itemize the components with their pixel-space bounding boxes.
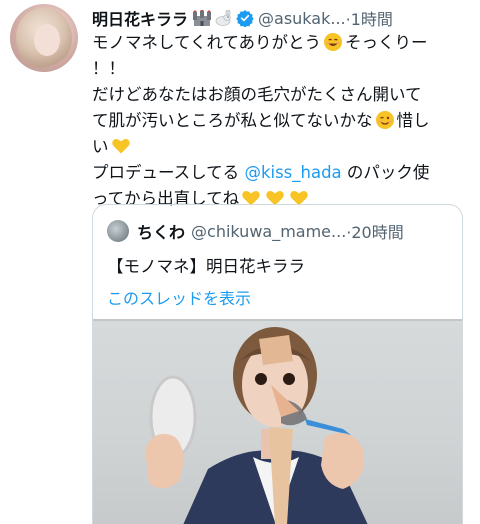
tweet-text: モノマネしてくれてありがとう そっくりー ！！ だけどあなたはお顔の毛穴がたくさん…: [92, 30, 474, 212]
photo-person-illustration: [145, 327, 368, 524]
smile-emoji-icon: [324, 33, 343, 51]
author-avatar[interactable]: [10, 4, 78, 72]
tweet-header: 明日花キララ @asukak... ·1時間: [92, 6, 393, 30]
castle-emoji-icon: [192, 10, 212, 26]
tweet-line-2: ！！: [92, 59, 125, 78]
quoted-tweet-time: ·20時間: [346, 223, 404, 242]
author-handle[interactable]: @asukak...: [258, 9, 346, 28]
quoted-tweet-text: 【モノマネ】明日花キララ: [107, 257, 305, 276]
tweet-time[interactable]: ·1時間: [346, 6, 393, 30]
wink-emoji-icon: [375, 111, 394, 129]
tweet-line-6: プロデュースしてる @kiss_hada のパック使: [92, 163, 430, 182]
tweet-line-1: モノマネしてくれてありがとう そっくりー: [92, 33, 428, 52]
avatar-face: [34, 24, 60, 56]
tweet-line-3: だけどあなたはお顔の毛穴がたくさん開いて: [92, 85, 422, 104]
yellow-heart-emoji-icon: [111, 139, 130, 154]
quoted-author-name: ちくわ: [137, 223, 186, 242]
quoted-author-avatar: [107, 220, 129, 242]
quoted-tweet-header: ちくわ @chikuwa_mame... ·20時間: [107, 219, 404, 243]
author-name[interactable]: 明日花キララ: [92, 6, 188, 30]
tweet-line-5: い: [92, 134, 474, 160]
quoted-tweet-photo[interactable]: [93, 319, 462, 524]
tweet-line-4: て肌が汚いところが私と似てないかな 惜し: [92, 111, 430, 130]
quoted-tweet-card[interactable]: ちくわ @chikuwa_mame... ·20時間 【モノマネ】明日花キララ …: [92, 204, 463, 524]
verified-badge-icon: [236, 9, 254, 28]
mention-link[interactable]: @kiss_hada: [244, 163, 341, 182]
quoted-author-handle: @chikuwa_mame...: [191, 221, 347, 241]
show-thread-link[interactable]: このスレッドを表示: [107, 285, 251, 309]
rabbit-emoji-icon: [214, 9, 232, 26]
